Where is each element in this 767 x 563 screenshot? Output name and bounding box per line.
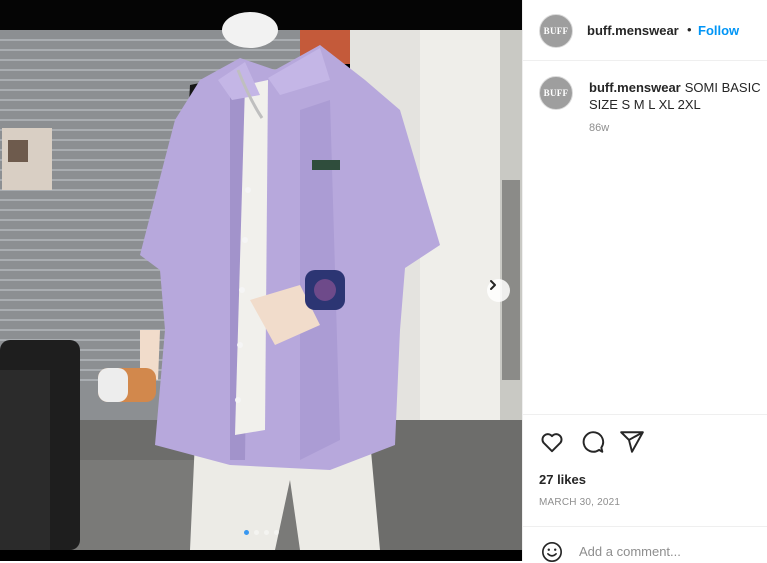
avatar-logo-text: BUFF [543,88,569,98]
heart-icon [541,433,563,453]
next-image-button[interactable] [487,279,510,302]
comment-icon [582,431,605,453]
likes-count[interactable]: 27 likes [539,472,586,487]
post-dialog: BUFF buff.menswear • Follow BUFF buff.me… [0,0,767,562]
post-header: BUFF buff.menswear • Follow [523,0,767,61]
post-photo[interactable] [0,0,522,561]
comment-button[interactable] [579,429,605,455]
emoji-icon[interactable] [541,541,563,563]
post-side-panel: BUFF buff.menswear • Follow BUFF buff.me… [522,0,767,562]
chevron-right-icon [490,280,496,290]
post-actions: 27 likes MARCH 30, 2021 [523,414,767,527]
caption-timestamp[interactable]: 86w [589,122,609,134]
avatar-logo-text: BUFF [543,26,569,36]
carousel-dot[interactable] [244,530,249,535]
carousel-dot[interactable] [274,530,279,535]
like-button[interactable] [539,429,565,455]
photo-image [0,0,522,561]
post-date[interactable]: MARCH 30, 2021 [539,497,620,508]
carousel-dot[interactable] [254,530,259,535]
share-button[interactable] [619,429,645,455]
caption-avatar[interactable]: BUFF [539,76,573,110]
header-separator: • [687,22,692,37]
header-username[interactable]: buff.menswear [587,23,679,38]
avatar[interactable]: BUFF [539,14,573,48]
follow-button[interactable]: Follow [698,23,739,38]
caption-text: buff.menswear SOMI BASIC SIZE S M L XL 2X… [589,79,767,113]
comment-input[interactable] [579,544,749,559]
carousel-dots [244,530,279,535]
comment-bar [523,526,767,562]
carousel-dot[interactable] [264,530,269,535]
share-icon [620,431,644,453]
caption-username[interactable]: buff.menswear [589,80,681,95]
